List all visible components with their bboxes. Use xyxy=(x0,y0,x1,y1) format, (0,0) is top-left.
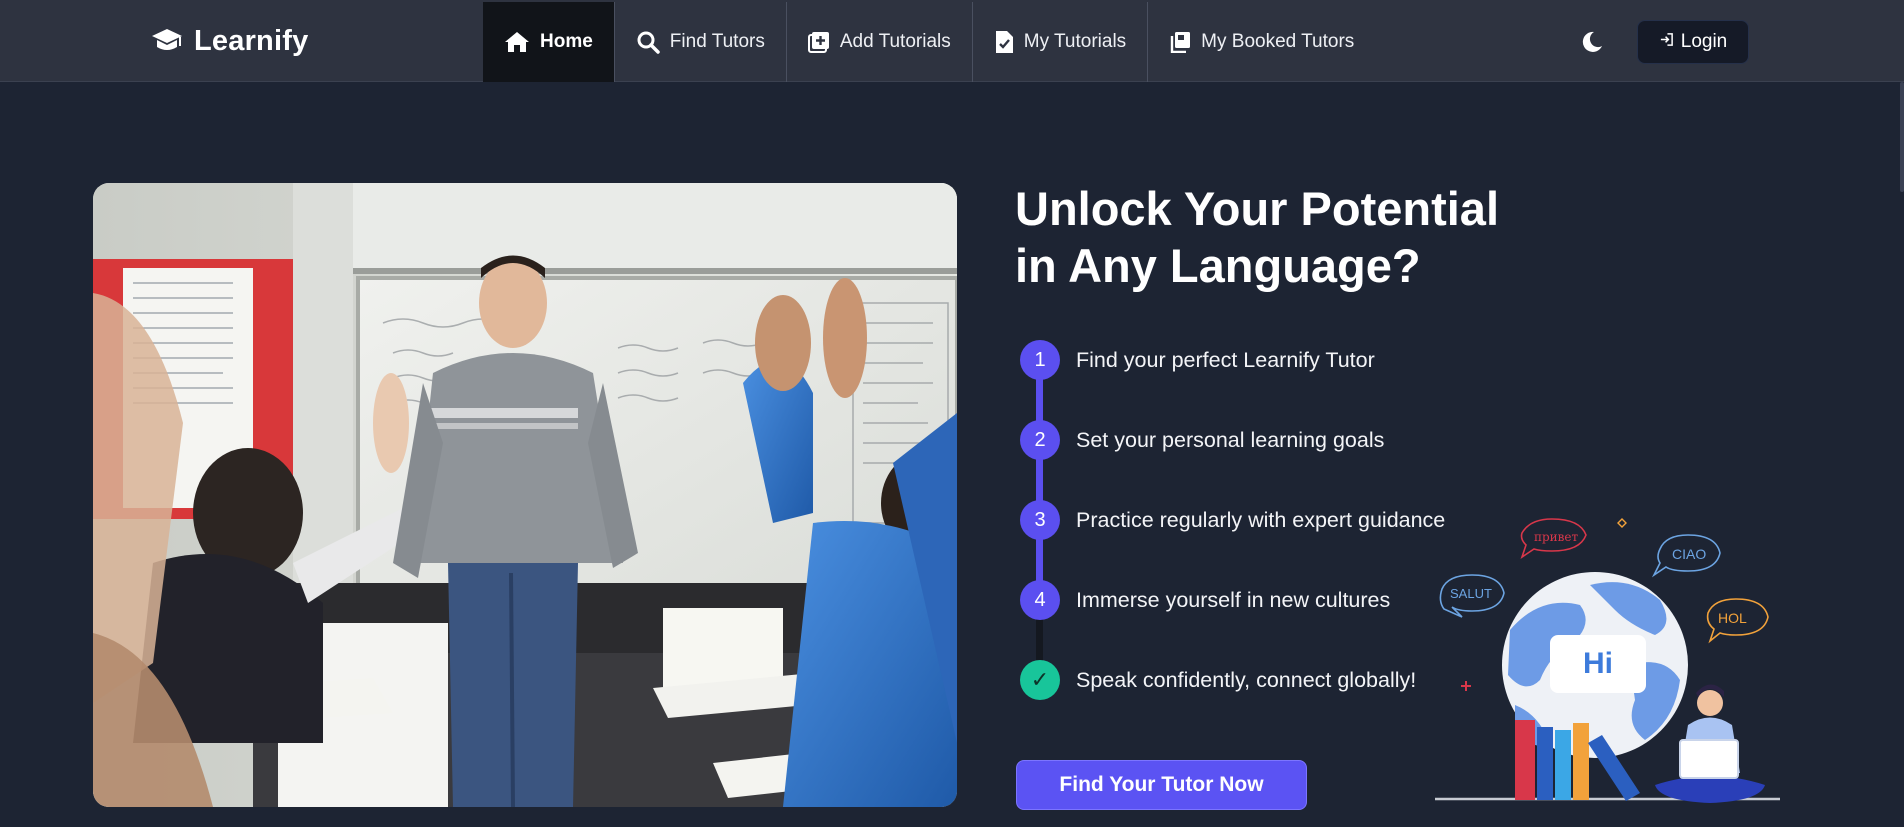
step-marker: 2 xyxy=(1020,420,1060,460)
svg-text:привет: привет xyxy=(1534,530,1579,544)
nav-item-my-tutorials[interactable]: My Tutorials xyxy=(973,2,1149,82)
steps-progress-line xyxy=(1036,360,1043,600)
step-marker: 1 xyxy=(1020,340,1060,380)
nav-item-home[interactable]: Home xyxy=(483,2,615,82)
step-text: Practice regularly with expert guidance xyxy=(1076,507,1446,532)
step-marker: 4 xyxy=(1020,580,1060,620)
step-item: 1 Find your perfect Learnify Tutor xyxy=(1020,340,1375,380)
home-icon xyxy=(504,30,530,54)
step-text: Immerse yourself in new cultures xyxy=(1076,587,1391,612)
login-arrow-icon xyxy=(1659,31,1674,53)
hero-classroom-photo xyxy=(93,183,957,807)
headline-line-1: Unlock Your Potential xyxy=(1015,182,1499,235)
step-text: Find your perfect Learnify Tutor xyxy=(1076,347,1375,372)
svg-text:HOL: HOL xyxy=(1718,610,1747,626)
nav-item-add-tutorials[interactable]: Add Tutorials xyxy=(787,2,973,82)
find-tutor-cta-button[interactable]: Find Your Tutor Now xyxy=(1016,760,1307,810)
language-globe-illustration: привет CIAO SALUT HOL Hi xyxy=(1430,505,1782,805)
page-scrollbar[interactable] xyxy=(1900,82,1904,192)
step-text: Set your personal learning goals xyxy=(1076,427,1385,452)
brand-name: Learnify xyxy=(194,24,309,57)
moon-icon xyxy=(1580,31,1604,58)
login-button[interactable]: Login xyxy=(1637,20,1749,64)
navbar: Learnify Home Find Tutors Add Tutorials … xyxy=(0,0,1904,82)
nav-item-label: Find Tutors xyxy=(669,31,765,52)
nav-item-my-booked-tutors[interactable]: My Booked Tutors xyxy=(1148,2,1375,82)
nav-item-find-tutors[interactable]: Find Tutors xyxy=(615,2,787,82)
svg-text:CIAO: CIAO xyxy=(1672,546,1706,562)
hi-speech-bubble: Hi xyxy=(1550,635,1646,693)
nav-item-label: Home xyxy=(540,31,593,52)
search-icon xyxy=(636,30,660,54)
brand-logo[interactable]: Learnify xyxy=(150,0,308,82)
step-item: 4 Immerse yourself in new cultures xyxy=(1020,580,1390,620)
step-text: Speak confidently, connect globally! xyxy=(1076,667,1417,692)
graduation-cap-icon xyxy=(150,26,184,56)
step-item: 2 Set your personal learning goals xyxy=(1020,420,1384,460)
theme-toggle-button[interactable] xyxy=(1580,30,1604,54)
step-item: ✓ Speak confidently, connect globally! xyxy=(1020,660,1416,700)
nav-item-label: My Tutorials xyxy=(1023,31,1127,52)
login-label: Login xyxy=(1680,31,1728,52)
document-check-icon xyxy=(994,30,1014,54)
nav-item-label: Add Tutorials xyxy=(839,31,951,52)
step-marker: 3 xyxy=(1020,500,1060,540)
add-square-icon xyxy=(807,31,830,53)
step-marker-check: ✓ xyxy=(1020,660,1060,700)
svg-text:SALUT: SALUT xyxy=(1450,586,1492,601)
stacked-pages-icon xyxy=(1169,31,1191,53)
headline-line-2: in Any Language? xyxy=(1015,239,1421,292)
main-nav: Home Find Tutors Add Tutorials My Tutori… xyxy=(483,2,1375,82)
hero-headline: Unlock Your Potential in Any Language? xyxy=(1015,180,1575,294)
nav-item-label: My Booked Tutors xyxy=(1201,31,1355,52)
step-item: 3 Practice regularly with expert guidanc… xyxy=(1020,500,1445,540)
